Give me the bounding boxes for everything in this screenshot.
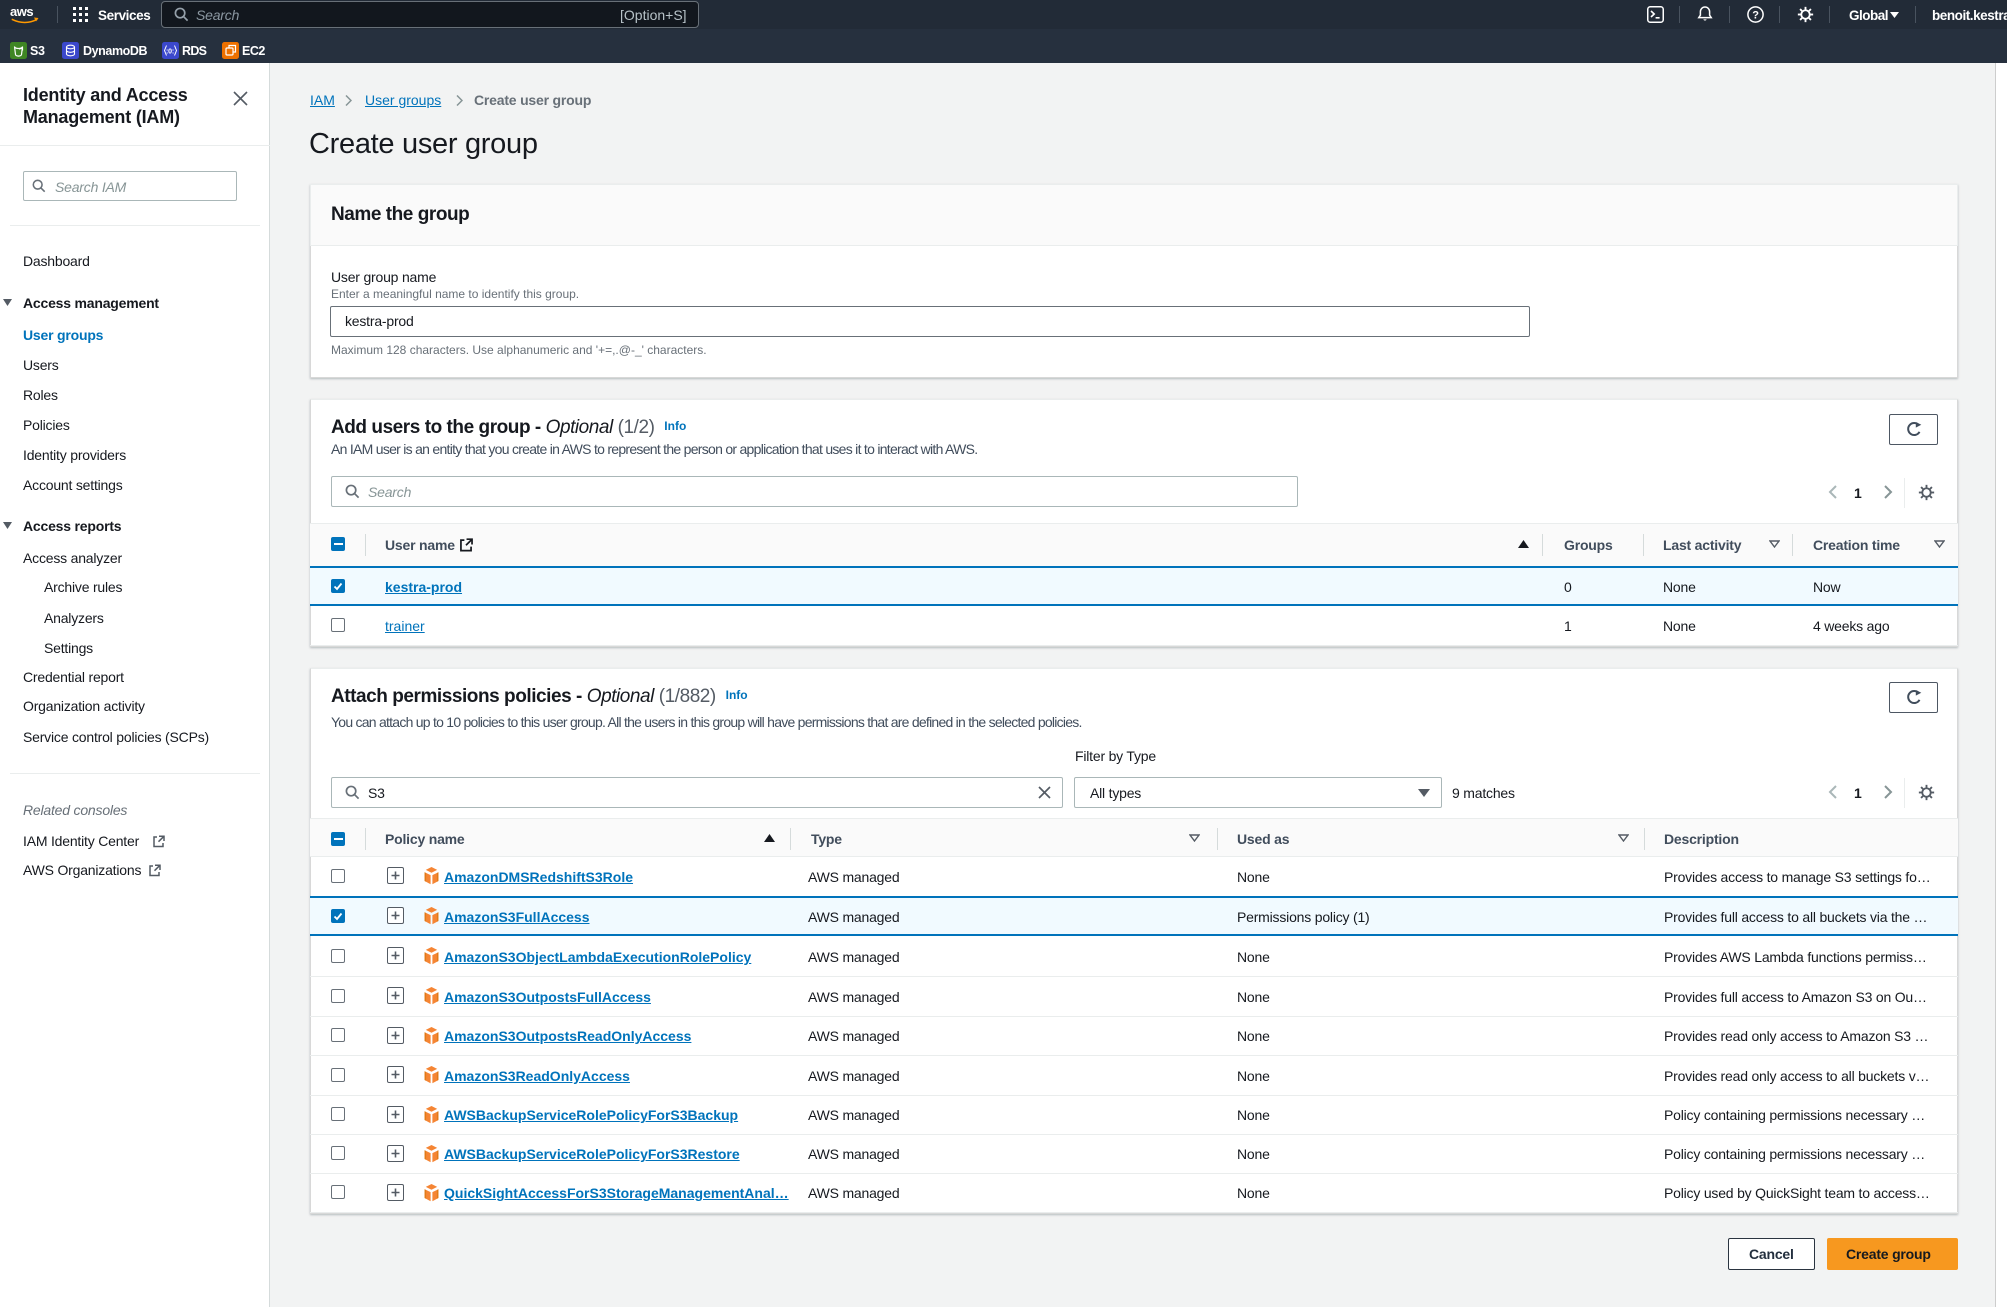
svg-text:?: ? (1752, 9, 1759, 21)
svg-text:aws: aws (10, 5, 33, 19)
svg-text::0:: :0: (166, 49, 174, 56)
